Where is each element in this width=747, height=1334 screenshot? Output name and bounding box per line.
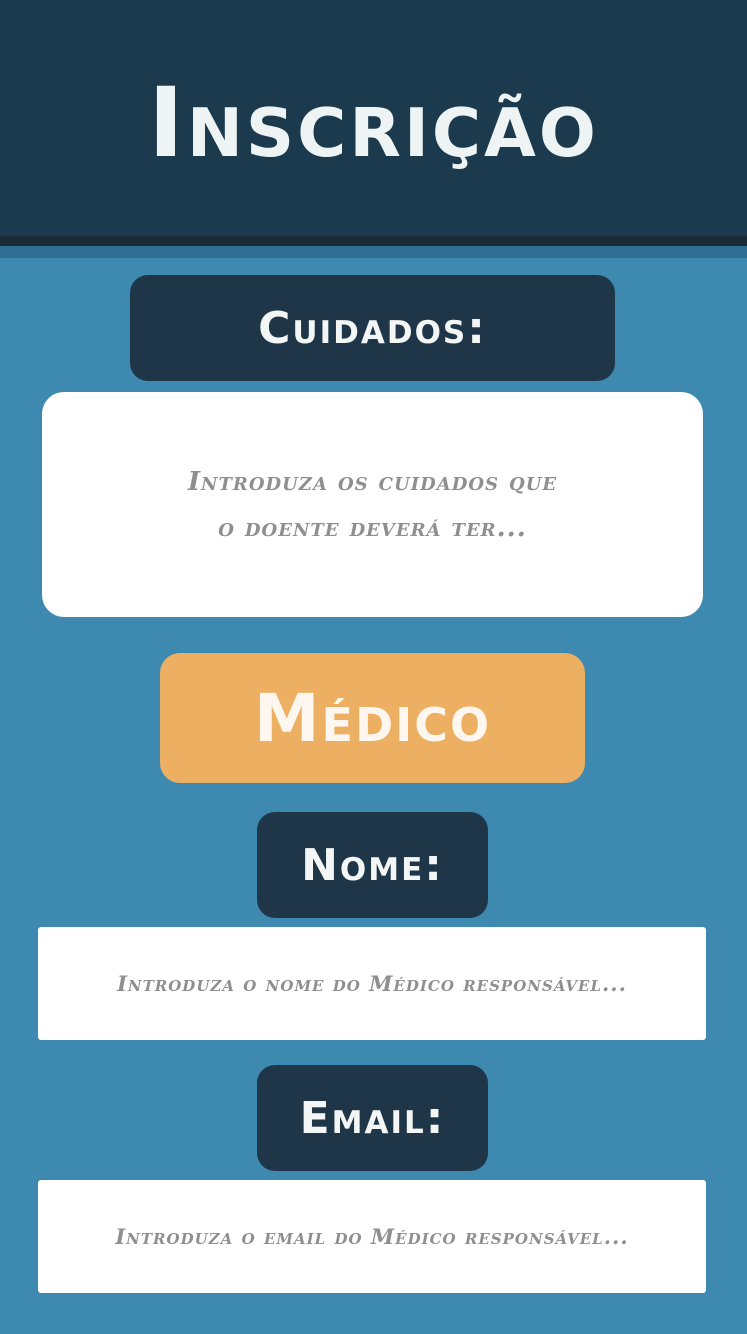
nome-label-box: Nome: [257, 812, 488, 918]
nome-label: Nome: [301, 839, 444, 891]
email-input[interactable]: Introduza o email do Médico responsável.… [38, 1180, 706, 1293]
nome-input[interactable]: Introduza o nome do Médico responsável..… [38, 927, 706, 1040]
cuidados-placeholder-line-2: o doente deverá ter... [218, 512, 527, 543]
cuidados-label: Cuidados: [258, 302, 487, 354]
header-bar: Inscrição [0, 0, 747, 236]
header-stripe [0, 246, 747, 258]
medico-section-button[interactable]: Médico [160, 653, 585, 783]
email-placeholder: Introduza o email do Médico responsável.… [115, 1224, 629, 1249]
page-title: Inscrição [148, 67, 599, 179]
email-label: Email: [299, 1092, 446, 1144]
medico-section-label: Médico [253, 679, 492, 757]
cuidados-label-box: Cuidados: [130, 275, 615, 381]
header-divider [0, 236, 747, 246]
email-label-box: Email: [257, 1065, 488, 1171]
cuidados-placeholder-line-1: Introduza os cuidados que [187, 466, 558, 497]
nome-placeholder: Introduza o nome do Médico responsável..… [117, 971, 627, 996]
cuidados-textarea[interactable]: Introduza os cuidados que o doente dever… [42, 392, 703, 617]
cuidados-placeholder: Introduza os cuidados que o doente dever… [188, 459, 557, 551]
